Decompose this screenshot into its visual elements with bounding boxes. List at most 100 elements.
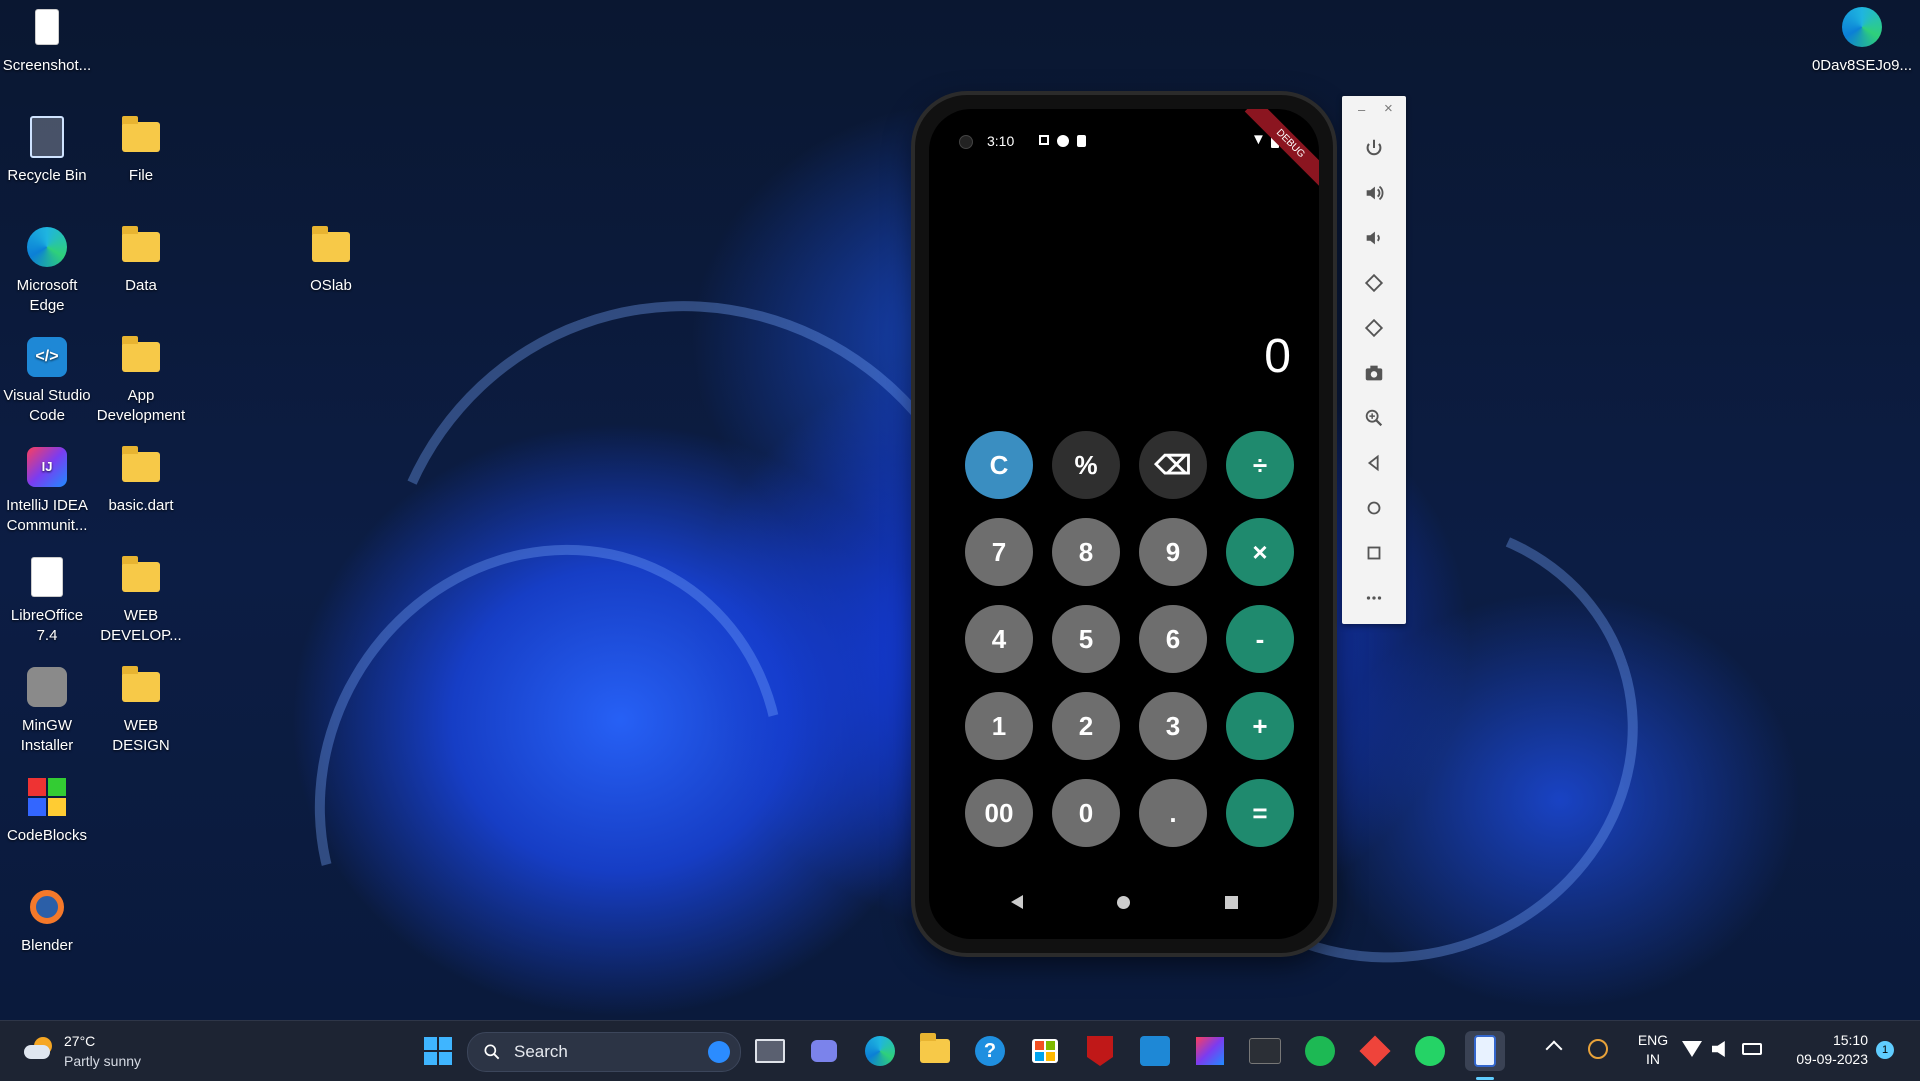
digit-7-button[interactable]: 7 xyxy=(965,518,1033,586)
notification-badge[interactable]: 1 xyxy=(1876,1041,1894,1059)
whatsapp-icon[interactable] xyxy=(1410,1031,1450,1071)
codeblocks-icon xyxy=(24,774,70,820)
folder-icon xyxy=(118,334,164,380)
vscode-icon: </> xyxy=(24,334,70,380)
intellij-taskbar-icon[interactable] xyxy=(1190,1031,1230,1071)
wifi-icon: ▼ xyxy=(1251,131,1266,148)
back-icon[interactable] xyxy=(1354,443,1394,483)
desktop-icon-libreoffice[interactable]: LibreOffice 7.4 xyxy=(0,554,94,646)
terminal-icon[interactable] xyxy=(1245,1031,1285,1071)
weather-description: Partly sunny xyxy=(64,1053,142,1069)
desktop-icon-label: WEB DEVELOP... xyxy=(100,607,182,644)
notification-icons xyxy=(1039,135,1086,147)
digit-8-button[interactable]: 8 xyxy=(1052,518,1120,586)
vscode-taskbar-icon[interactable] xyxy=(1135,1031,1175,1071)
digit-9-button[interactable]: 9 xyxy=(1139,518,1207,586)
anydesk-icon[interactable] xyxy=(1355,1031,1395,1071)
clear-button[interactable]: C xyxy=(965,431,1033,499)
language-indicator[interactable]: ENG IN xyxy=(1630,1031,1676,1069)
volume-up-icon[interactable] xyxy=(1354,173,1394,213)
file-explorer-icon[interactable] xyxy=(915,1031,955,1071)
rotate-left-icon[interactable] xyxy=(1354,263,1394,303)
desktop-icon-web-design[interactable]: WEB DESIGN xyxy=(94,664,188,756)
folder-icon xyxy=(118,554,164,600)
rotate-right-icon[interactable] xyxy=(1354,308,1394,348)
desktop-icon-label: basic.dart xyxy=(108,497,174,514)
desktop-icon-screenshot[interactable]: Screenshot... xyxy=(0,4,94,76)
emulator-minimize-button[interactable]: – xyxy=(1358,102,1365,117)
folder-icon xyxy=(118,114,164,160)
double-zero-button[interactable]: 00 xyxy=(965,779,1033,847)
digit-4-button[interactable]: 4 xyxy=(965,605,1033,673)
desktop-icon-blender[interactable]: Blender xyxy=(0,884,94,956)
nav-recents-icon[interactable] xyxy=(1225,896,1238,909)
digit-2-button[interactable]: 2 xyxy=(1052,692,1120,760)
desktop-icon-edge-shortcut[interactable]: 0Dav8SEJo9... xyxy=(1804,4,1920,76)
more-icon[interactable] xyxy=(1354,578,1394,618)
spotify-icon[interactable] xyxy=(1300,1031,1340,1071)
subtract-button[interactable]: - xyxy=(1226,605,1294,673)
meet-icon[interactable] xyxy=(804,1031,844,1071)
desktop-icon-label: WEB DESIGN xyxy=(112,717,170,754)
percent-button[interactable]: % xyxy=(1052,431,1120,499)
home-icon[interactable] xyxy=(1354,488,1394,528)
digit-5-button[interactable]: 5 xyxy=(1052,605,1120,673)
desktop-icon-codeblocks[interactable]: CodeBlocks xyxy=(0,774,94,846)
desktop-icon-web-develop[interactable]: WEB DEVELOP... xyxy=(94,554,188,646)
decimal-button[interactable]: . xyxy=(1139,779,1207,847)
desktop-icon-oslab[interactable]: OSlab xyxy=(284,224,378,296)
camera-icon[interactable] xyxy=(1354,353,1394,393)
backspace-button[interactable]: ⌫ xyxy=(1139,431,1207,499)
zoom-icon[interactable] xyxy=(1354,398,1394,438)
nav-home-icon[interactable] xyxy=(1117,896,1130,909)
android-emulator-taskbar-icon[interactable] xyxy=(1465,1031,1505,1071)
sync-tray-icon[interactable] xyxy=(1588,1039,1608,1059)
divide-button[interactable]: ÷ xyxy=(1226,431,1294,499)
equals-button[interactable]: = xyxy=(1226,779,1294,847)
clock[interactable]: 15:10 09-09-2023 xyxy=(1776,1031,1868,1069)
language-code: ENG xyxy=(1637,1032,1669,1048)
desktop-icon-edge[interactable]: Microsoft Edge xyxy=(0,224,94,316)
desktop: Screenshot... Recycle Bin File Microsoft… xyxy=(0,0,1920,1020)
partly-sunny-icon xyxy=(24,1037,54,1061)
taskbar-search-box[interactable]: Search xyxy=(467,1032,741,1072)
emulator-close-button[interactable]: × xyxy=(1384,100,1393,117)
desktop-icon-mingw[interactable]: MinGW Installer xyxy=(0,664,94,756)
digit-0-button[interactable]: 0 xyxy=(1052,779,1120,847)
add-button[interactable]: + xyxy=(1226,692,1294,760)
desktop-icon-recycle-bin[interactable]: Recycle Bin xyxy=(0,114,94,186)
volume-tray-icon[interactable] xyxy=(1712,1041,1725,1057)
battery-tray-icon[interactable] xyxy=(1742,1043,1762,1055)
digit-1-button[interactable]: 1 xyxy=(965,692,1033,760)
desktop-icon-app-development[interactable]: App Development xyxy=(94,334,188,426)
sync-icon xyxy=(1057,135,1069,147)
help-icon[interactable]: ? xyxy=(970,1031,1010,1071)
desktop-icon-intellij[interactable]: IJ IntelliJ IDEA Communit... xyxy=(0,444,94,536)
desktop-icon-basic-dart[interactable]: basic.dart xyxy=(94,444,188,516)
wifi-tray-icon[interactable] xyxy=(1682,1041,1702,1057)
mcafee-icon[interactable] xyxy=(1080,1031,1120,1071)
start-button[interactable] xyxy=(418,1031,458,1071)
camera-cutout-icon xyxy=(959,135,973,149)
libreoffice-icon xyxy=(24,554,70,600)
weather-temperature: 27°C xyxy=(64,1033,96,1049)
desktop-icon-vscode[interactable]: </> Visual Studio Code xyxy=(0,334,94,426)
power-icon[interactable] xyxy=(1354,128,1394,168)
overview-icon[interactable] xyxy=(1354,533,1394,573)
weather-widget[interactable]: 27°C Partly sunny xyxy=(20,1029,190,1073)
desktop-icon-label: MinGW Installer xyxy=(20,717,74,754)
nav-back-icon[interactable] xyxy=(1011,895,1023,909)
recycle-bin-icon xyxy=(24,114,70,160)
digit-6-button[interactable]: 6 xyxy=(1139,605,1207,673)
microsoft-store-icon[interactable] xyxy=(1025,1031,1065,1071)
volume-down-icon[interactable] xyxy=(1354,218,1394,258)
show-hidden-icons-chevron-icon[interactable] xyxy=(1545,1040,1563,1058)
multiply-button[interactable]: × xyxy=(1226,518,1294,586)
task-view-icon[interactable] xyxy=(750,1031,790,1071)
desktop-icon-data[interactable]: Data xyxy=(94,224,188,296)
edge-taskbar-icon[interactable] xyxy=(860,1031,900,1071)
phone-status-bar: 3:10 ▼ xyxy=(929,125,1319,155)
desktop-icon-label: App Development xyxy=(96,387,186,424)
digit-3-button[interactable]: 3 xyxy=(1139,692,1207,760)
desktop-icon-file[interactable]: File xyxy=(94,114,188,186)
